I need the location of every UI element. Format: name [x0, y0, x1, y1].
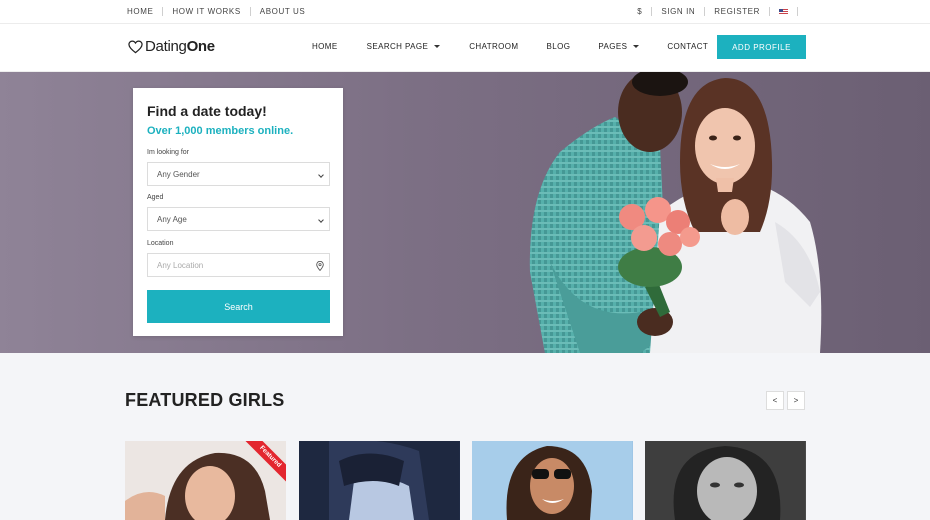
heart-icon — [128, 39, 143, 53]
location-label: Location — [147, 240, 174, 247]
gender-label: Im looking for — [147, 149, 190, 156]
carousel-next-button[interactable]: > — [787, 391, 805, 410]
main-navbar: Dating One HOME SEARCH PAGE CHATROOM BLOG… — [0, 24, 930, 72]
nav-item-label: CONTACT — [667, 42, 709, 51]
divider — [769, 7, 770, 16]
nav-menu: HOME SEARCH PAGE CHATROOM BLOG PAGES CON… — [312, 42, 708, 51]
top-link-how-it-works[interactable]: HOW IT WORKS — [172, 7, 240, 16]
nav-item-chatroom[interactable]: CHATROOM — [469, 42, 518, 51]
location-pin-icon — [316, 261, 324, 271]
caret-down-icon — [434, 45, 441, 48]
carousel-prev-button[interactable]: < — [766, 391, 784, 410]
divider — [162, 7, 164, 16]
nav-item-pages[interactable]: PAGES — [598, 42, 640, 51]
age-select-value: Any Age — [157, 214, 187, 224]
profile-card[interactable] — [472, 441, 633, 520]
age-select[interactable]: Any Age — [147, 207, 330, 231]
nav-item-home[interactable]: HOME — [312, 42, 338, 51]
profile-card[interactable] — [299, 441, 460, 520]
top-link-home[interactable]: HOME — [127, 7, 153, 16]
search-button[interactable]: Search — [147, 290, 330, 323]
site-logo[interactable]: Dating One — [128, 38, 215, 55]
divider — [797, 7, 798, 16]
members-online-text: Over 1,000 members online. — [147, 125, 294, 137]
profile-card[interactable] — [645, 441, 806, 520]
nav-item-label: HOME — [312, 42, 338, 51]
nav-item-search-page[interactable]: SEARCH PAGE — [367, 42, 441, 51]
location-input[interactable]: Any Location — [147, 253, 330, 277]
sign-in-link[interactable]: SIGN IN — [661, 7, 695, 16]
divider — [249, 7, 251, 16]
top-bar-right-links: $ SIGN IN REGISTER — [637, 7, 798, 16]
caret-down-icon — [633, 45, 640, 48]
location-placeholder: Any Location — [157, 260, 204, 270]
add-profile-button[interactable]: ADD PROFILE — [717, 35, 806, 59]
gender-select-value: Any Gender — [157, 169, 200, 179]
gender-select[interactable]: Any Gender — [147, 162, 330, 186]
top-bar-left-links: HOME HOW IT WORKS ABOUT US — [127, 7, 305, 16]
nav-item-label: BLOG — [546, 42, 571, 51]
profile-card[interactable]: Featured — [125, 441, 286, 520]
nav-item-contact[interactable]: CONTACT — [667, 42, 708, 51]
search-form-card: Find a date today! Over 1,000 members on… — [133, 88, 343, 336]
profile-photo — [472, 441, 632, 520]
nav-item-label: PAGES — [598, 42, 628, 51]
currency-selector[interactable]: $ — [637, 7, 642, 16]
top-link-about-us[interactable]: ABOUT US — [260, 7, 306, 16]
age-label: Aged — [147, 194, 164, 201]
nav-item-blog[interactable]: BLOG — [547, 42, 571, 51]
divider — [704, 7, 706, 16]
logo-text-regular: Dating — [145, 38, 187, 55]
couple-photo — [529, 72, 822, 353]
hero-banner: Find a date today! Over 1,000 members on… — [0, 72, 930, 353]
chevron-down-icon — [318, 217, 324, 223]
search-title: Find a date today! — [147, 103, 267, 119]
nav-item-label: CHATROOM — [469, 42, 519, 51]
chevron-down-icon — [318, 172, 324, 178]
divider — [651, 7, 653, 16]
profile-photo — [299, 441, 459, 520]
us-flag-icon[interactable] — [779, 8, 788, 15]
logo-text-bold: One — [186, 38, 216, 55]
featured-section: FEATURED GIRLS < > Featured — [0, 353, 930, 520]
featured-title: FEATURED GIRLS — [125, 390, 285, 410]
profile-photo — [645, 441, 805, 520]
register-link[interactable]: REGISTER — [714, 7, 760, 16]
top-bar: HOME HOW IT WORKS ABOUT US $ SIGN IN REG… — [0, 0, 930, 24]
nav-item-label: SEARCH PAGE — [366, 42, 429, 51]
